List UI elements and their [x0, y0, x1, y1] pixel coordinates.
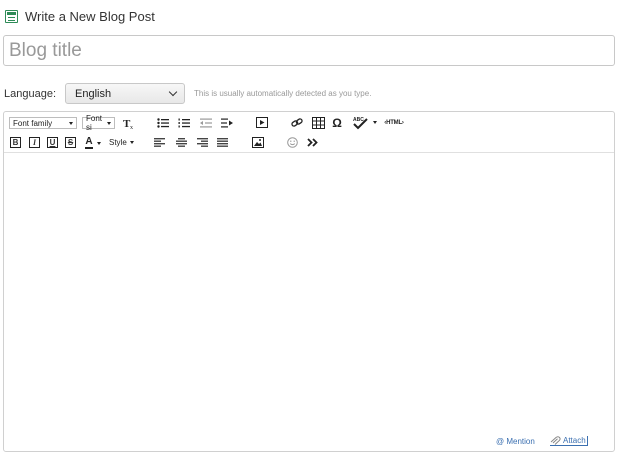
style-label: Style [109, 138, 127, 147]
dropdown-arrow-icon [372, 121, 377, 124]
text-color-button[interactable]: A [84, 136, 102, 150]
underline-button[interactable]: U [47, 137, 58, 148]
dropdown-arrow-icon [96, 141, 101, 145]
media-icon[interactable] [256, 117, 268, 128]
blog-title-input[interactable] [3, 35, 615, 66]
bullet-list-icon[interactable] [157, 117, 169, 128]
dropdown-arrow-icon [69, 121, 73, 125]
svg-text:x: x [130, 125, 133, 130]
outdent-icon[interactable] [200, 117, 212, 128]
page-title: Write a New Blog Post [25, 8, 155, 24]
language-select[interactable]: English [65, 83, 185, 104]
align-justify-icon[interactable] [217, 138, 228, 147]
bold-button[interactable]: B [10, 137, 21, 148]
editor-toolbar: Font family Font si Tx Ω ABC ‹HTML› B I … [4, 112, 614, 153]
underline-icon: U [47, 137, 58, 148]
italic-icon: I [29, 137, 40, 148]
dropdown-arrow-icon [129, 141, 134, 144]
emoticon-icon[interactable] [286, 137, 298, 148]
page-header: Write a New Blog Post [5, 7, 155, 25]
font-family-label: Font family [13, 118, 53, 128]
language-row: Language: English This is usually automa… [4, 83, 371, 104]
language-label: Language: [4, 87, 56, 100]
paperclip-icon [550, 436, 561, 445]
special-character-icon[interactable]: Ω [331, 116, 343, 130]
attach-link[interactable]: Attach [550, 436, 588, 446]
align-right-icon[interactable] [197, 138, 208, 147]
image-icon[interactable] [252, 137, 264, 148]
dropdown-arrow-icon [107, 121, 111, 125]
attach-label: Attach [563, 436, 586, 445]
mention-link[interactable]: @ Mention [496, 437, 535, 446]
align-left-icon[interactable] [154, 138, 165, 147]
font-size-dropdown[interactable]: Font si [82, 114, 115, 132]
link-icon[interactable] [291, 117, 303, 128]
language-hint: This is usually automatically detected a… [194, 89, 372, 98]
html-source-button[interactable]: ‹HTML› [381, 117, 407, 128]
strikethrough-icon: S [65, 137, 76, 148]
italic-button[interactable]: I [29, 137, 40, 148]
indent-icon[interactable] [221, 117, 233, 128]
style-dropdown[interactable]: Style [109, 137, 134, 148]
font-size-label: Font si [86, 114, 103, 132]
numbered-list-icon[interactable] [178, 117, 190, 128]
language-selected-value: English [75, 87, 112, 100]
chevron-down-icon [168, 87, 178, 97]
more-chevrons-icon[interactable] [307, 137, 319, 148]
bold-icon: B [10, 137, 21, 148]
blog-post-icon [5, 9, 18, 23]
editor-content-area[interactable] [4, 154, 614, 451]
clear-formatting-icon[interactable]: Tx [121, 116, 135, 130]
font-family-dropdown[interactable]: Font family [9, 117, 77, 129]
table-icon[interactable] [312, 116, 325, 129]
strikethrough-button[interactable]: S [65, 137, 76, 148]
text-color-icon: A [85, 136, 93, 149]
rich-text-editor: Font family Font si Tx Ω ABC ‹HTML› B I … [3, 111, 615, 452]
spellcheck-button[interactable]: ABC [351, 115, 377, 130]
align-center-icon[interactable] [176, 138, 187, 147]
